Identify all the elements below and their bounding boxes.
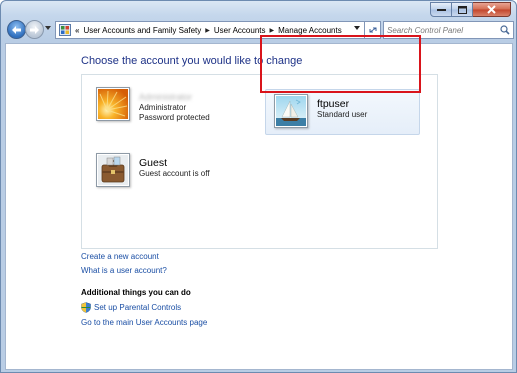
control-panel-icon — [59, 24, 71, 36]
orange-flower-icon — [96, 87, 130, 121]
breadcrumb-overflow-chevron[interactable]: « — [75, 26, 79, 35]
forward-button[interactable] — [25, 20, 44, 39]
breadcrumb-separator-icon[interactable]: ▶ — [205, 27, 210, 34]
search-icon[interactable] — [500, 25, 510, 35]
breadcrumb-user-accounts[interactable]: User Accounts — [214, 26, 266, 35]
main-user-accounts-link[interactable]: Go to the main User Accounts page — [81, 318, 207, 327]
account-tile-guest[interactable]: Guest Guest account is off — [96, 153, 210, 187]
what-is-user-account-link[interactable]: What is a user account? — [81, 266, 167, 275]
accounts-panel: Administrator Administrator Password pro… — [81, 74, 438, 249]
breadcrumb-user-accounts-family-safety[interactable]: User Accounts and Family Safety — [83, 26, 201, 35]
account-name-ftpuser: ftpuser — [317, 98, 350, 110]
additional-things-heading: Additional things you can do — [81, 288, 191, 297]
account-type-administrator: Administrator — [139, 103, 187, 112]
minimize-icon — [436, 8, 446, 11]
minimize-button[interactable] — [430, 2, 452, 17]
account-status-guest: Guest account is off — [139, 169, 210, 178]
caption-buttons — [430, 2, 511, 17]
account-status-administrator: Password protected — [139, 113, 210, 122]
account-tile-ftpuser[interactable]: ftpuser Standard user — [274, 94, 367, 128]
parental-controls-link[interactable]: Set up Parental Controls — [94, 303, 181, 312]
suitcase-icon — [96, 153, 130, 187]
selection-highlight-box — [260, 35, 421, 93]
maximize-button[interactable] — [452, 2, 473, 17]
create-account-link[interactable]: Create a new account — [81, 252, 159, 261]
account-name-administrator: Administrator — [139, 92, 193, 102]
account-tile-administrator[interactable]: Administrator Administrator Password pro… — [96, 87, 210, 123]
arrow-right-icon — [30, 25, 39, 34]
security-shield-icon — [81, 302, 91, 313]
refresh-icon — [369, 27, 376, 33]
account-tile-ftpuser-hover[interactable]: ftpuser Standard user — [265, 89, 420, 135]
sailboat-icon — [274, 94, 308, 128]
breadcrumb-separator-icon[interactable]: ▶ — [269, 27, 274, 34]
back-button[interactable] — [7, 20, 26, 39]
account-type-ftpuser: Standard user — [317, 110, 368, 119]
close-button[interactable] — [473, 2, 511, 17]
maximize-icon — [457, 5, 467, 14]
arrow-left-icon — [12, 25, 21, 34]
content-area: Choose the account you would like to cha… — [5, 43, 513, 370]
close-icon — [487, 5, 496, 14]
control-panel-window: « User Accounts and Family Safety ▶ User… — [0, 0, 517, 373]
address-dropdown-icon[interactable] — [354, 26, 360, 30]
navigation-bar: « User Accounts and Family Safety ▶ User… — [5, 19, 514, 41]
recent-pages-dropdown-icon[interactable] — [45, 26, 51, 30]
parental-controls-row[interactable]: Set up Parental Controls — [81, 302, 181, 313]
account-name-guest: Guest — [139, 157, 168, 169]
breadcrumb-manage-accounts[interactable]: Manage Accounts — [278, 26, 342, 35]
